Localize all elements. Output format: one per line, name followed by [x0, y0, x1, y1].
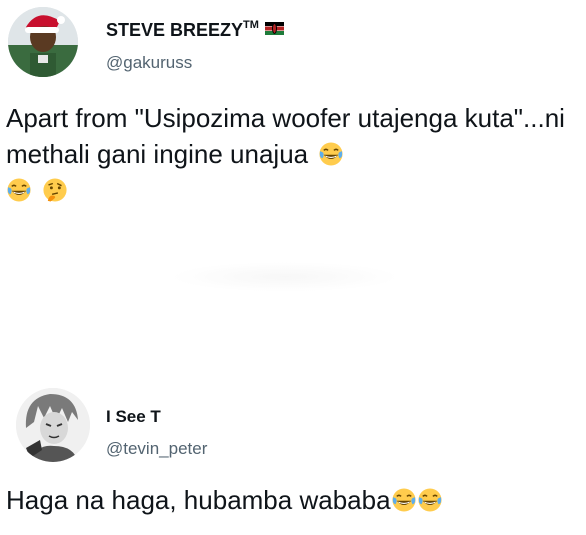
tweet-body: Haga na haga, hubamba wababa — [6, 482, 582, 518]
user-handle[interactable]: @gakuruss — [106, 53, 192, 73]
tweet-text: Haga na haga, hubamba wababa — [6, 485, 391, 515]
trademark-label: TM — [243, 19, 259, 31]
face-with-tears-of-joy-icon — [391, 487, 417, 513]
tweet-body: Apart from "Usipozima woofer utajenga ku… — [6, 100, 572, 208]
face-with-tears-of-joy-icon — [6, 177, 32, 203]
user-handle[interactable]: @tevin_peter — [106, 439, 207, 459]
display-name[interactable]: STEVE BREEZYTM — [106, 19, 284, 41]
tweet: STEVE BREEZYTM @gakuruss Apart from "Usi… — [0, 0, 586, 240]
avatar[interactable] — [16, 388, 90, 462]
tweet: I See T @tevin_peter Haga na haga, hubam… — [0, 385, 586, 535]
kenya-flag-icon — [264, 22, 284, 35]
blurred-area — [170, 262, 400, 292]
thinking-face-icon — [42, 177, 68, 203]
face-with-tears-of-joy-icon — [318, 141, 344, 167]
tweet-text: Apart from "Usipozima woofer utajenga ku… — [6, 103, 565, 169]
anime-character-avatar-image — [16, 388, 90, 462]
display-name[interactable]: I See T — [106, 407, 161, 427]
face-with-tears-of-joy-icon — [417, 487, 443, 513]
avatar[interactable] — [8, 7, 78, 77]
santa-hat-avatar-image — [8, 7, 78, 77]
